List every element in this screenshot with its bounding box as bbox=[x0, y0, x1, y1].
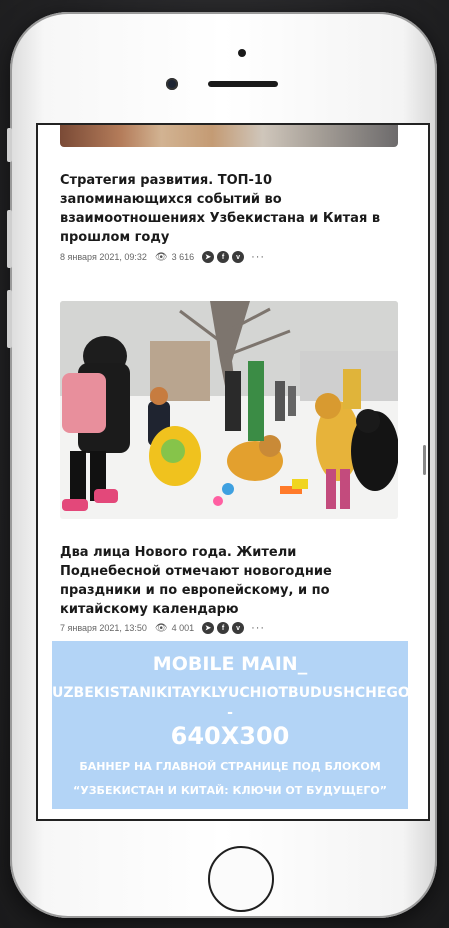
banner-line: UZBEKISTANIKITAYKLYUCHIOTBUDUSHCHEGO - bbox=[52, 685, 410, 721]
view-count: 3 616 bbox=[171, 252, 195, 262]
article-photo[interactable] bbox=[60, 301, 398, 519]
article-meta: 8 января 2021, 09:32 👁 3 616 ➤ f v ··· bbox=[60, 250, 265, 264]
home-button[interactable] bbox=[208, 846, 274, 912]
article-headline[interactable]: Стратегия развития. ТОП-10 запоминающихс… bbox=[60, 171, 398, 247]
vk-icon[interactable]: v bbox=[232, 622, 245, 634]
facebook-icon[interactable]: f bbox=[217, 251, 230, 263]
article-image-cropped[interactable] bbox=[60, 125, 398, 147]
more-icon[interactable]: ··· bbox=[251, 622, 265, 634]
facebook-icon[interactable]: f bbox=[217, 622, 230, 634]
article-meta: 7 января 2021, 13:50 👁 4 001 ➤ f v ··· bbox=[60, 621, 265, 635]
snow-scene-illustration bbox=[60, 301, 398, 519]
ad-banner-placeholder[interactable]: MOBILE MAIN_ UZBEKISTANIKITAYKLYUCHIOTBU… bbox=[52, 641, 410, 809]
scrollbar[interactable] bbox=[423, 445, 426, 475]
more-icon[interactable]: ··· bbox=[251, 251, 265, 263]
front-camera bbox=[166, 78, 178, 90]
article-date: 7 января 2021, 13:50 bbox=[60, 623, 147, 633]
phone-screen: Стратегия развития. ТОП-10 запоминающихс… bbox=[36, 123, 430, 821]
telegram-icon[interactable]: ➤ bbox=[202, 622, 215, 634]
banner-size: 640X300 bbox=[170, 722, 290, 750]
article-headline[interactable]: Два лица Нового года. Жители Поднебесной… bbox=[60, 543, 398, 619]
banner-line: MOBILE MAIN_ bbox=[152, 653, 308, 675]
banner-description: “УЗБЕКИСТАН И КИТАЙ: КЛЮЧИ ОТ БУДУЩЕГО” bbox=[73, 784, 387, 797]
vk-icon[interactable]: v bbox=[232, 251, 245, 263]
eye-icon: 👁 bbox=[154, 622, 168, 634]
article-date: 8 января 2021, 09:32 bbox=[60, 252, 147, 262]
sensor-dot bbox=[238, 49, 246, 57]
volume-down-button[interactable] bbox=[7, 290, 12, 348]
mute-switch[interactable] bbox=[7, 128, 12, 162]
telegram-icon[interactable]: ➤ bbox=[202, 251, 215, 263]
banner-description: БАННЕР НА ГЛАВНОЙ СТРАНИЦЕ ПОД БЛОКОМ bbox=[79, 760, 381, 773]
volume-up-button[interactable] bbox=[7, 210, 12, 268]
eye-icon: 👁 bbox=[154, 251, 168, 263]
view-count: 4 001 bbox=[171, 623, 195, 633]
earpiece-speaker bbox=[208, 81, 278, 87]
